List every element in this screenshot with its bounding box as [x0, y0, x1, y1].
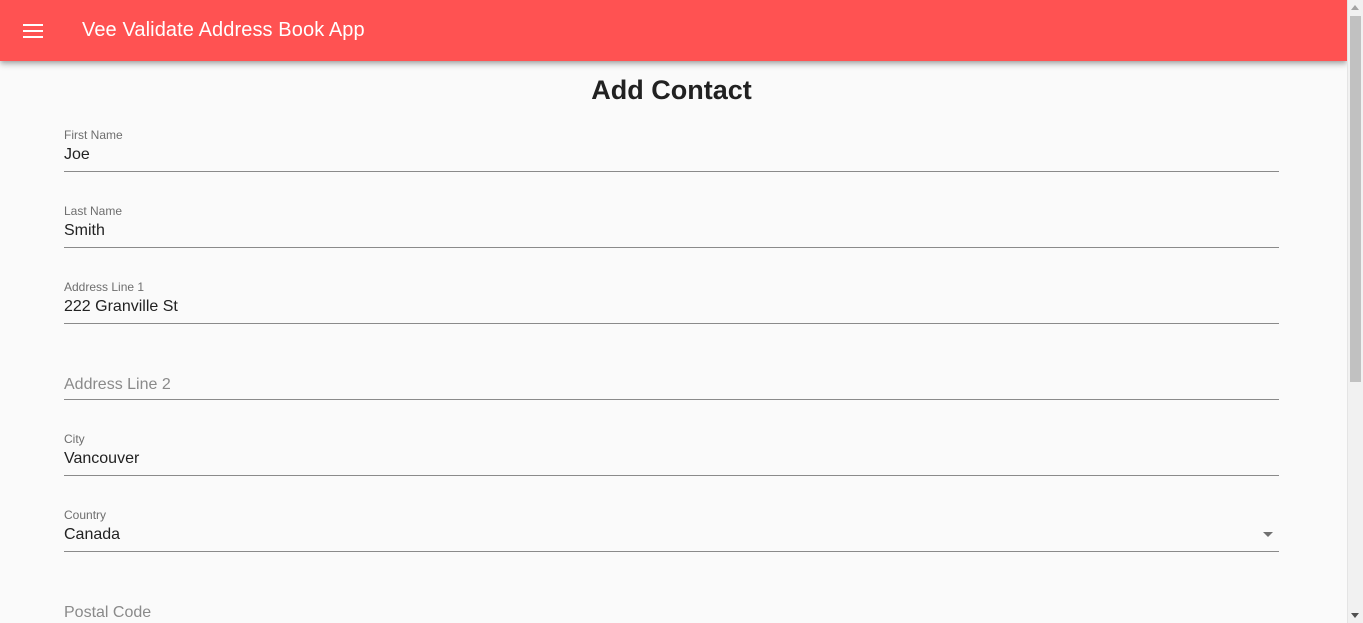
address-line-2-placeholder[interactable]: Address Line 2	[64, 376, 171, 394]
city-label: City	[64, 432, 85, 446]
page-title: Add Contact	[591, 75, 752, 105]
country-select[interactable]: Country Canada	[64, 502, 1279, 552]
menu-button[interactable]	[15, 13, 51, 49]
address-line-1-field[interactable]: Address Line 1 222 Granville St	[64, 274, 1279, 324]
country-label: Country	[64, 508, 107, 522]
app-title: Vee Validate Address Book App	[82, 19, 365, 41]
first-name-label: First Name	[64, 128, 123, 142]
last-name-field[interactable]: Last Name Smith	[64, 198, 1279, 248]
vertical-scrollbar[interactable]	[1347, 0, 1363, 623]
scroll-up-arrow-icon[interactable]	[1351, 5, 1359, 10]
app-bar: Vee Validate Address Book App	[0, 0, 1347, 61]
city-value[interactable]: Vancouver	[64, 450, 139, 468]
scroll-down-arrow-icon[interactable]	[1351, 613, 1359, 618]
dropdown-arrow-icon[interactable]	[1263, 532, 1273, 537]
address-line-1-label: Address Line 1	[64, 280, 145, 294]
last-name-label: Last Name	[64, 204, 123, 218]
menu-icon	[23, 23, 43, 38]
main-content: Add Contact First Name Joe Last Name Smi…	[0, 61, 1347, 623]
address-line-1-value[interactable]: 222 Granville St	[64, 298, 178, 316]
country-value[interactable]: Canada	[64, 526, 120, 544]
scrollbar-thumb[interactable]	[1350, 16, 1361, 382]
last-name-value[interactable]: Smith	[64, 222, 105, 240]
city-field[interactable]: City Vancouver	[64, 426, 1279, 476]
postal-code-field[interactable]: Postal Code	[64, 578, 1279, 623]
address-line-2-field[interactable]: Address Line 2	[64, 350, 1279, 400]
first-name-field[interactable]: First Name Joe	[64, 122, 1279, 172]
first-name-value[interactable]: Joe	[64, 146, 90, 164]
postal-code-placeholder[interactable]: Postal Code	[64, 604, 151, 622]
